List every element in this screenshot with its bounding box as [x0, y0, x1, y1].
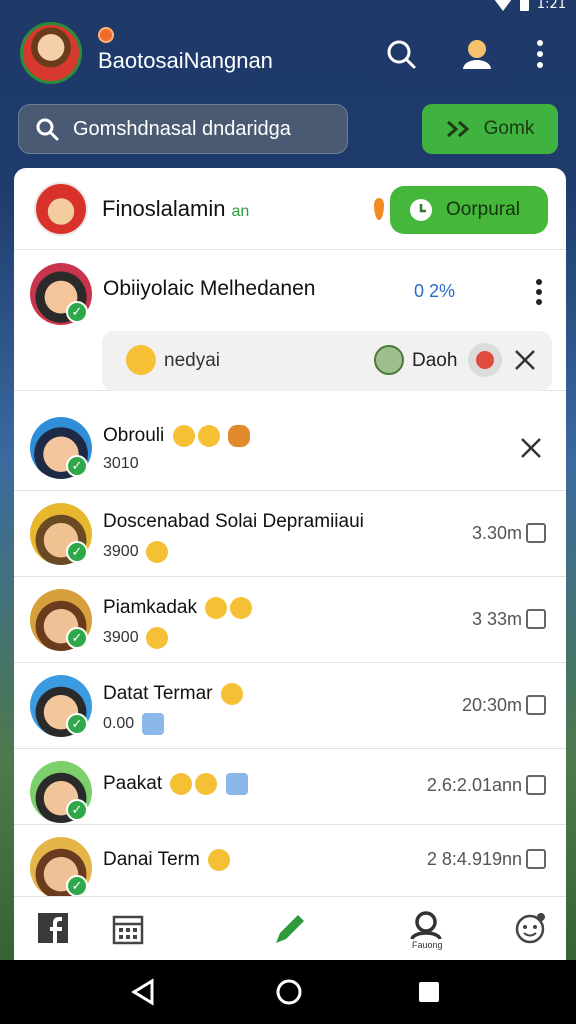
chat-status-icon	[526, 775, 546, 795]
go-button[interactable]: Gomk	[422, 104, 558, 154]
food-emoji-icon	[227, 425, 250, 447]
chat-time: 2.6:2.01ann	[426, 775, 522, 795]
verified-icon: ✓	[66, 713, 88, 735]
chat-name: Obrouli	[103, 425, 250, 447]
chat-status-icon	[526, 609, 546, 629]
chat-name: Piamkadak	[103, 597, 253, 619]
close-icon[interactable]	[518, 435, 544, 461]
signal-icon	[493, 0, 512, 11]
smile-emoji-icon	[195, 773, 218, 795]
contact-avatar	[34, 182, 88, 236]
search-icon	[36, 118, 59, 141]
chat-row[interactable]: ✓ Doscenabad Solai Depramiiaui 3900 3.30…	[14, 491, 566, 577]
facebook-icon[interactable]	[34, 909, 74, 949]
smile-emoji-icon	[230, 597, 253, 619]
header-title: BaotosaiNangnan	[98, 48, 273, 73]
chat-name: Danai Term	[103, 849, 231, 871]
chat-subtitle: 0.00	[103, 713, 164, 735]
verified-icon: ✓	[66, 799, 88, 821]
verified-icon: ✓	[66, 541, 88, 563]
chat-name: Paakat	[103, 773, 248, 795]
top-contact-row[interactable]: Finoslalamin an Oorpural	[14, 168, 566, 250]
smile-emoji-icon	[208, 849, 231, 871]
system-nav-bar	[0, 960, 576, 1024]
chat-row[interactable]: ✓ Obrouli 3010	[14, 405, 566, 491]
profile-nav-label: Fauong	[412, 940, 443, 950]
chat-subtitle: 3900	[103, 541, 169, 563]
smile-emoji-icon	[205, 597, 228, 619]
calendar-icon[interactable]	[108, 909, 148, 949]
chat-subtitle: 3900	[103, 627, 169, 649]
chat-status-icon	[526, 695, 546, 715]
chat-row[interactable]: ✓ Paakat 2.6:2.01ann	[14, 749, 566, 825]
home-icon[interactable]	[274, 977, 304, 1007]
record-icon[interactable]	[468, 343, 502, 377]
smile-emoji-icon	[172, 425, 195, 447]
chat-row[interactable]: ✓ Piamkadak 3900 3 33m	[14, 577, 566, 663]
smile-emoji-icon	[170, 773, 193, 795]
search-input[interactable]: Gomshdnasal dndaridga	[18, 104, 348, 154]
bottom-nav: Fauong	[14, 896, 566, 960]
close-icon[interactable]	[512, 347, 538, 373]
chat-bubble-icon	[410, 199, 432, 221]
search-row: Gomshdnasal dndaridga Gomk	[0, 104, 576, 156]
contact-name: Finoslalamin an	[102, 196, 250, 221]
chat-status-icon	[526, 523, 546, 543]
pin-icon	[374, 198, 384, 220]
chat-panel: Finoslalamin an Oorpural ✓ Obiiyolaic Mel…	[14, 168, 566, 960]
chat-row[interactable]: ✓ Datat Termar 0.00 20:30m	[14, 663, 566, 749]
verified-icon: ✓	[66, 301, 88, 323]
back-icon[interactable]	[130, 978, 156, 1006]
sticker-emoji-icon	[146, 541, 169, 563]
quick-reply-bar[interactable]: nedyai Daoh	[102, 331, 552, 391]
reply-text: nedyai	[164, 350, 220, 371]
smile-emoji-icon	[197, 425, 220, 447]
progress-badge: 0 2%	[414, 281, 456, 301]
notification-dot	[98, 27, 114, 43]
sticker-icon[interactable]	[510, 909, 550, 949]
sticker-emoji-icon	[146, 627, 169, 649]
sticker-icon[interactable]	[374, 345, 404, 375]
profile-icon[interactable]	[460, 37, 494, 71]
smile-emoji-icon	[220, 683, 243, 705]
chat-name: Datat Termar	[103, 683, 243, 705]
chat-name: Doscenabad Solai Depramiiaui	[103, 511, 364, 532]
chat-time: 3.30m	[471, 523, 522, 543]
open-button-label: Oorpural	[446, 199, 520, 220]
go-button-label: Gomk	[483, 118, 535, 139]
chat-subtitle: 3010	[103, 455, 139, 472]
chat-status-icon	[526, 849, 546, 869]
more-vert-icon[interactable]	[530, 38, 550, 70]
double-chevron-icon	[446, 120, 469, 138]
open-button[interactable]: Oorpural	[390, 186, 548, 234]
contact-tag: an	[231, 203, 250, 220]
search-label: Gomshdnasal dndaridga	[73, 117, 291, 140]
search-icon[interactable]	[385, 38, 417, 70]
app-header: BaotosaiNangnan	[0, 10, 576, 95]
verified-icon: ✓	[66, 875, 88, 897]
emoji-icon	[126, 345, 156, 375]
chat-time: 3 33m	[471, 609, 522, 629]
recents-icon[interactable]	[416, 979, 442, 1005]
chat-row[interactable]: ✓ Danai Term 2 8:4.919nn	[14, 825, 566, 899]
reply-label: Daoh	[412, 350, 458, 371]
more-vert-icon[interactable]	[534, 277, 544, 307]
status-emoji-icon	[141, 713, 164, 735]
verified-icon: ✓	[66, 627, 88, 649]
chat-row[interactable]: ✓ Obiiyolaic Melhedanen 0 2% nedyai Daoh	[14, 251, 566, 391]
verified-icon: ✓	[66, 455, 88, 477]
chat-time: 2 8:4.919nn	[426, 849, 522, 869]
chat-time: 20:30m	[461, 695, 522, 715]
header-avatar[interactable]	[20, 22, 82, 84]
chat-name: Obiiyolaic Melhedanen	[103, 277, 316, 300]
object-emoji-icon	[225, 773, 248, 795]
edit-icon[interactable]	[270, 909, 310, 949]
